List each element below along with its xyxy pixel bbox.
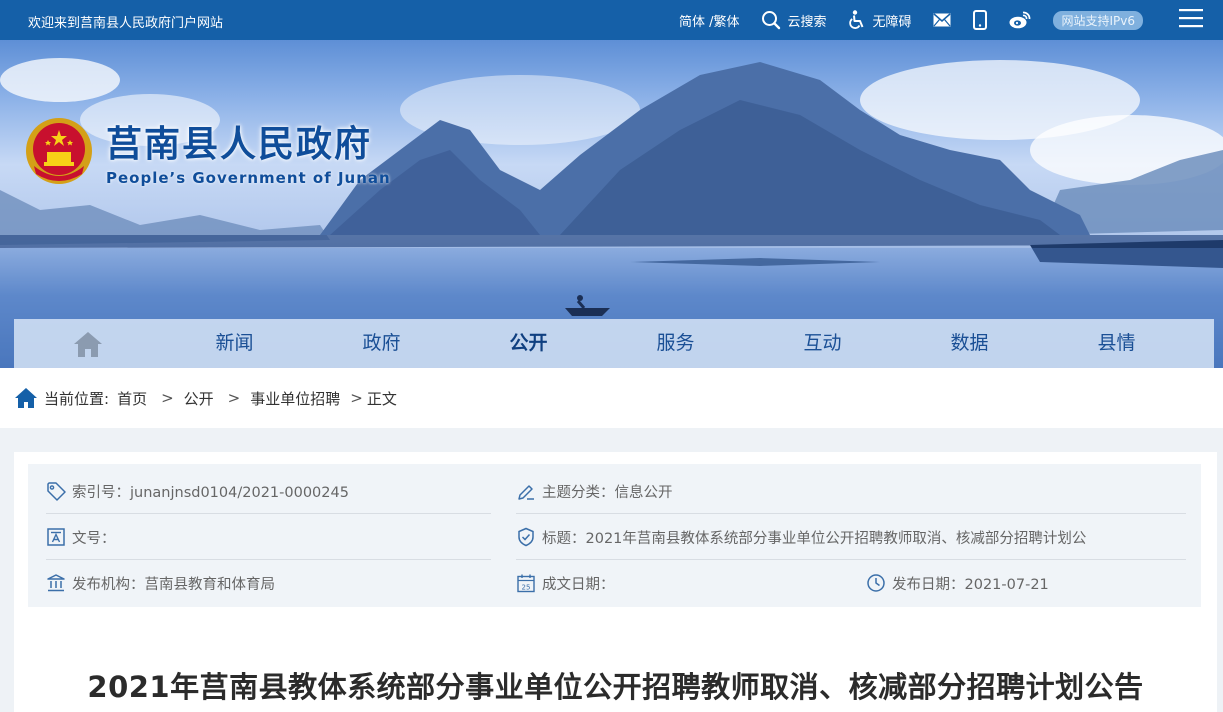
- breadcrumb-current: 正文: [366, 389, 397, 408]
- accessibility-button[interactable]: 无障碍: [848, 10, 911, 30]
- meta-written-date: 25 成文日期：: [516, 560, 615, 606]
- cloud-search-label: 云搜索: [787, 14, 827, 30]
- document-number-icon: [47, 528, 65, 546]
- meta-publisher: 发布机构：莒南县教育和体育局: [46, 560, 275, 606]
- breadcrumb-home[interactable]: 首页: [117, 388, 147, 409]
- nav-interaction[interactable]: 互动: [749, 319, 896, 368]
- breadcrumb-separator: >: [161, 389, 174, 407]
- cloud-search-button[interactable]: 云搜索: [761, 10, 826, 30]
- top-tools: 简体 /繁体 云搜索 无障碍 网站支持IPv6: [657, 0, 1203, 40]
- site-title-cn: 莒南县人民政府: [106, 123, 373, 165]
- top-bar: 欢迎来到莒南县人民政府门户网站 简体 /繁体 云搜索 无障碍 网站支持IPv6: [0, 0, 1223, 40]
- national-emblem-icon: [26, 118, 92, 184]
- meta-index-no-text: 索引号：junanjnsd0104/2021-0000245: [72, 484, 349, 501]
- breadcrumb-separator: >: [227, 389, 241, 407]
- accessibility-label: 无障碍: [872, 14, 912, 30]
- mail-icon: [933, 13, 951, 27]
- site-title-en: People’s Government of Junan: [106, 169, 391, 187]
- ipv6-badge: 网站支持IPv6: [1053, 10, 1143, 30]
- hamburger-menu-icon: [1179, 9, 1203, 28]
- shield-check-icon: [518, 527, 534, 547]
- mail-button[interactable]: [933, 13, 951, 27]
- calendar-icon: 25: [517, 574, 535, 593]
- language-switch[interactable]: 简体 /繁体: [679, 11, 740, 30]
- nav-government[interactable]: 政府: [308, 319, 455, 368]
- institution-icon: [47, 574, 65, 592]
- article-title: 2021年莒南县教体系统部分事业单位公开招聘教师取消、核减部分招聘计划公告: [87, 670, 1144, 704]
- header-banner: 莒南县人民政府 People’s Government of Junan 新闻 …: [0, 40, 1223, 368]
- breadcrumb-label: 当前位置:: [44, 389, 110, 408]
- article-card: 索引号：junanjnsd0104/2021-0000245 主题分类：信息公开: [14, 452, 1217, 712]
- weibo-icon: [1009, 11, 1031, 29]
- home-icon: [15, 388, 37, 408]
- nav-open[interactable]: 公开: [455, 319, 602, 368]
- menu-button[interactable]: [1179, 8, 1203, 32]
- weibo-button[interactable]: [1009, 11, 1031, 29]
- nav-services[interactable]: 服务: [602, 319, 749, 368]
- wheelchair-icon: [849, 10, 864, 29]
- nav-news[interactable]: 新闻: [161, 319, 308, 368]
- calendar-day-number: 25: [522, 583, 531, 591]
- meta-index-no: 索引号：junanjnsd0104/2021-0000245: [46, 468, 349, 514]
- nav-data[interactable]: 数据: [896, 319, 1043, 368]
- meta-topic: 主题分类：信息公开: [516, 468, 673, 514]
- breadcrumb-open[interactable]: 公开: [184, 388, 214, 409]
- meta-publish-date: 发布日期：2021-07-21: [866, 560, 1049, 606]
- meta-doc-no: 文号：: [46, 514, 116, 560]
- mobile-phone-icon: [973, 10, 988, 30]
- breadcrumb: 当前位置: 首页 > 公开 > 事业单位招聘 > 正文: [0, 368, 1223, 428]
- meta-topic-text: 主题分类：信息公开: [542, 484, 673, 501]
- search-icon: [762, 11, 781, 30]
- breadcrumb-recruitment[interactable]: 事业单位招聘: [250, 388, 340, 409]
- pencil-icon: [518, 485, 534, 500]
- language-switch-label: 简体 /繁体: [678, 14, 740, 30]
- main-nav: 新闻 政府 公开 服务 互动 数据 县情: [14, 319, 1214, 368]
- meta-title-text: 标题：2021年莒南县教体系统部分事业单位公开招聘教师取消、核减部分招聘计划公: [542, 530, 1087, 547]
- meta-doc-no-text: 文号：: [72, 530, 116, 547]
- meta-publisher-text: 发布机构：莒南县教育和体育局: [72, 576, 275, 593]
- welcome-text: 欢迎来到莒南县人民政府门户网站: [28, 16, 224, 31]
- meta-publish-date-text: 发布日期：2021-07-21: [892, 576, 1049, 593]
- home-icon: [73, 331, 102, 357]
- meta-title: 标题：2021年莒南县教体系统部分事业单位公开招聘教师取消、核减部分招聘计划公: [516, 514, 1086, 560]
- breadcrumb-separator: >: [350, 389, 363, 407]
- site-logo[interactable]: 莒南县人民政府 People’s Government of Junan: [24, 115, 391, 187]
- nav-home[interactable]: [14, 319, 161, 368]
- clock-icon: [867, 574, 885, 592]
- nav-county-info[interactable]: 县情: [1043, 319, 1190, 368]
- mobile-button[interactable]: [973, 10, 988, 30]
- tag-icon: [47, 482, 66, 501]
- meta-written-date-text: 成文日期：: [542, 576, 615, 593]
- article-meta: 索引号：junanjnsd0104/2021-0000245 主题分类：信息公开: [28, 464, 1201, 607]
